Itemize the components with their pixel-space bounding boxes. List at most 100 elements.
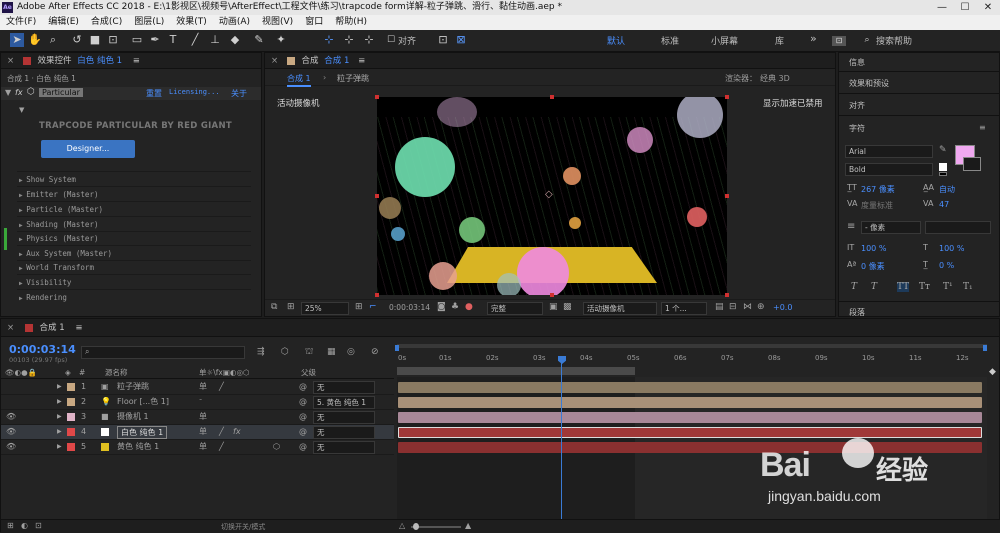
effect-switch[interactable]: fx bbox=[233, 425, 241, 439]
tracking-value[interactable]: 47 bbox=[939, 200, 949, 209]
eraser-tool-icon[interactable]: ◆ bbox=[228, 33, 242, 47]
anchor-point-icon[interactable]: ◇ bbox=[545, 189, 553, 200]
layer-name[interactable]: 摄像机 1 bbox=[117, 410, 149, 424]
layer-bar[interactable] bbox=[398, 397, 982, 408]
zoom-slider-thumb[interactable] bbox=[413, 523, 419, 530]
fast-previews-icon[interactable]: ▤ bbox=[715, 302, 724, 312]
prop-world-transform[interactable]: World Transform bbox=[26, 263, 94, 272]
maximize-button[interactable]: ☐ bbox=[954, 0, 976, 15]
axis-world-icon[interactable]: ⊹ bbox=[342, 33, 356, 47]
stroke-width-dropdown[interactable]: - 像素 bbox=[861, 221, 921, 234]
quality-switch[interactable]: ╱ bbox=[219, 380, 224, 394]
layer-label-swatch[interactable] bbox=[67, 398, 75, 406]
workspace-more[interactable]: » bbox=[810, 32, 817, 45]
resize-handle[interactable] bbox=[725, 95, 729, 99]
effect-expand-icon[interactable]: ▼ bbox=[5, 88, 11, 97]
effect-about-link[interactable]: 关于 bbox=[231, 88, 247, 99]
parent-dropdown[interactable]: 无 bbox=[313, 381, 375, 394]
search-box-icon[interactable]: ⊡ bbox=[832, 36, 846, 46]
resize-handle[interactable] bbox=[550, 293, 554, 297]
prop-physics[interactable]: Physics (Master) bbox=[26, 234, 98, 243]
search-help-input[interactable]: 搜索帮助 bbox=[876, 34, 912, 47]
region-icon[interactable]: ⊞ bbox=[287, 302, 295, 312]
comp-canvas[interactable]: ◇ bbox=[377, 97, 727, 295]
prop-aux-system[interactable]: Aux System (Master) bbox=[26, 249, 112, 258]
pickwhip-icon[interactable]: @ bbox=[299, 380, 307, 394]
source-name-header[interactable]: 源名称 bbox=[105, 367, 128, 378]
shy-layers-icon[interactable]: ⛫ bbox=[305, 347, 313, 358]
align-panel-title[interactable]: 对齐 bbox=[849, 100, 865, 111]
resize-handle[interactable] bbox=[375, 293, 379, 297]
faux-italic-icon[interactable]: T bbox=[871, 282, 877, 292]
pickwhip-icon[interactable]: @ bbox=[299, 440, 307, 454]
expand-icon[interactable]: ▶ bbox=[57, 440, 62, 454]
shy-switch[interactable]: 单 bbox=[199, 425, 207, 439]
layer-bar[interactable] bbox=[398, 412, 982, 423]
expand-icon[interactable]: ▶ bbox=[57, 395, 62, 409]
shy-switch[interactable]: ᐨ bbox=[199, 395, 202, 409]
prop-shading[interactable]: Shading (Master) bbox=[26, 220, 98, 229]
effect-name[interactable]: Particular bbox=[39, 88, 83, 97]
workspace-small-screen[interactable]: 小屏幕 bbox=[711, 34, 738, 47]
workspace-default[interactable]: 默认 bbox=[607, 34, 625, 47]
prop-emitter[interactable]: Emitter (Master) bbox=[26, 190, 98, 199]
brush-tool-icon[interactable]: ╱ bbox=[188, 33, 202, 47]
menu-animation[interactable]: 动画(A) bbox=[213, 15, 256, 30]
zoom-dropdown[interactable]: 25% bbox=[301, 302, 349, 315]
layer-name[interactable]: 白色 纯色 1 bbox=[117, 426, 168, 439]
panel-menu-icon[interactable]: ≡ bbox=[133, 56, 140, 66]
menu-layer[interactable]: 图层(L) bbox=[128, 15, 170, 30]
visibility-eye-icon[interactable]: 👁 bbox=[6, 425, 16, 439]
subtab-particles[interactable]: 粒子弹跳 bbox=[337, 73, 369, 84]
parent-header[interactable]: 父级 bbox=[301, 367, 316, 378]
menu-composition[interactable]: 合成(C) bbox=[85, 15, 128, 30]
layer-name[interactable]: 黄色 纯色 1 bbox=[117, 440, 159, 454]
selection-tool-icon[interactable]: ➤ bbox=[10, 33, 24, 47]
layer-name[interactable]: Floor [...色 1] bbox=[117, 395, 169, 409]
resize-handle[interactable] bbox=[725, 194, 729, 198]
baseline-value[interactable]: 0 像素 bbox=[861, 261, 885, 272]
pickwhip-icon[interactable]: @ bbox=[299, 410, 307, 424]
resize-handle[interactable] bbox=[375, 95, 379, 99]
parent-dropdown[interactable]: 5. 黄色 纯色 1 bbox=[313, 396, 375, 409]
pickwhip-icon[interactable]: @ bbox=[299, 395, 307, 409]
exposure-value[interactable]: +0.0 bbox=[773, 303, 792, 312]
views-dropdown[interactable]: 1 个... bbox=[661, 302, 707, 315]
rotate-tool-icon[interactable]: ↺ bbox=[70, 33, 84, 47]
time-navigator[interactable] bbox=[397, 344, 987, 348]
work-area-bar[interactable] bbox=[397, 367, 635, 375]
quality-switch[interactable]: ╱ bbox=[219, 440, 224, 454]
resize-handle[interactable] bbox=[725, 293, 729, 297]
parent-dropdown[interactable]: 无 bbox=[313, 411, 375, 424]
menu-file[interactable]: 文件(F) bbox=[0, 15, 42, 30]
visibility-eye-icon[interactable]: 👁 bbox=[6, 410, 16, 424]
kerning-value[interactable]: 度量标准 bbox=[861, 200, 893, 211]
zoom-tool-icon[interactable]: ⌕ bbox=[46, 33, 60, 47]
toggle-switches-modes[interactable]: 切换开关/模式 bbox=[221, 522, 265, 532]
mask-visibility-icon[interactable]: ⌐ bbox=[369, 302, 377, 312]
brand-expand-icon[interactable]: ▼ bbox=[19, 106, 24, 114]
quality-switch[interactable]: ╱ bbox=[219, 425, 224, 439]
layer-row[interactable]: ▶ 2 💡 Floor [...色 1] ᐨ @ 5. 黄色 纯色 1 bbox=[1, 395, 394, 410]
flowchart-icon[interactable]: ⋈ bbox=[743, 302, 752, 312]
tsume-value[interactable]: 0 % bbox=[939, 261, 954, 270]
pickwhip-icon[interactable]: @ bbox=[299, 425, 307, 439]
transparency-grid-icon[interactable]: ▩ bbox=[563, 302, 572, 312]
designer-button[interactable]: Designer... bbox=[41, 140, 135, 158]
comp-mini-flowchart-icon[interactable]: ⇶ bbox=[257, 347, 265, 357]
stroke-style-dropdown[interactable] bbox=[925, 221, 991, 234]
resize-handle[interactable] bbox=[550, 95, 554, 99]
layer-label-swatch[interactable] bbox=[67, 443, 75, 451]
effect-controls-tab[interactable]: × 效果控件 白色 纯色 1 ≡ bbox=[1, 53, 261, 69]
small-caps-icon[interactable]: Tт bbox=[919, 282, 930, 292]
menu-help[interactable]: 帮助(H) bbox=[329, 15, 373, 30]
3d-layer-switch[interactable]: ⬡ bbox=[273, 440, 280, 454]
menu-edit[interactable]: 编辑(E) bbox=[42, 15, 85, 30]
roto-brush-tool-icon[interactable]: ✎ bbox=[252, 33, 266, 47]
hand-tool-icon[interactable]: ✋ bbox=[28, 33, 42, 47]
snapshot-icon[interactable]: ◙ bbox=[437, 302, 446, 312]
motion-blur-icon[interactable]: ◎ bbox=[347, 347, 355, 357]
layer-switches-toggle-icon[interactable]: ⊞ bbox=[7, 521, 14, 530]
prop-visibility[interactable]: Visibility bbox=[26, 278, 76, 287]
axis-view-icon[interactable]: ⊹ bbox=[362, 33, 376, 47]
